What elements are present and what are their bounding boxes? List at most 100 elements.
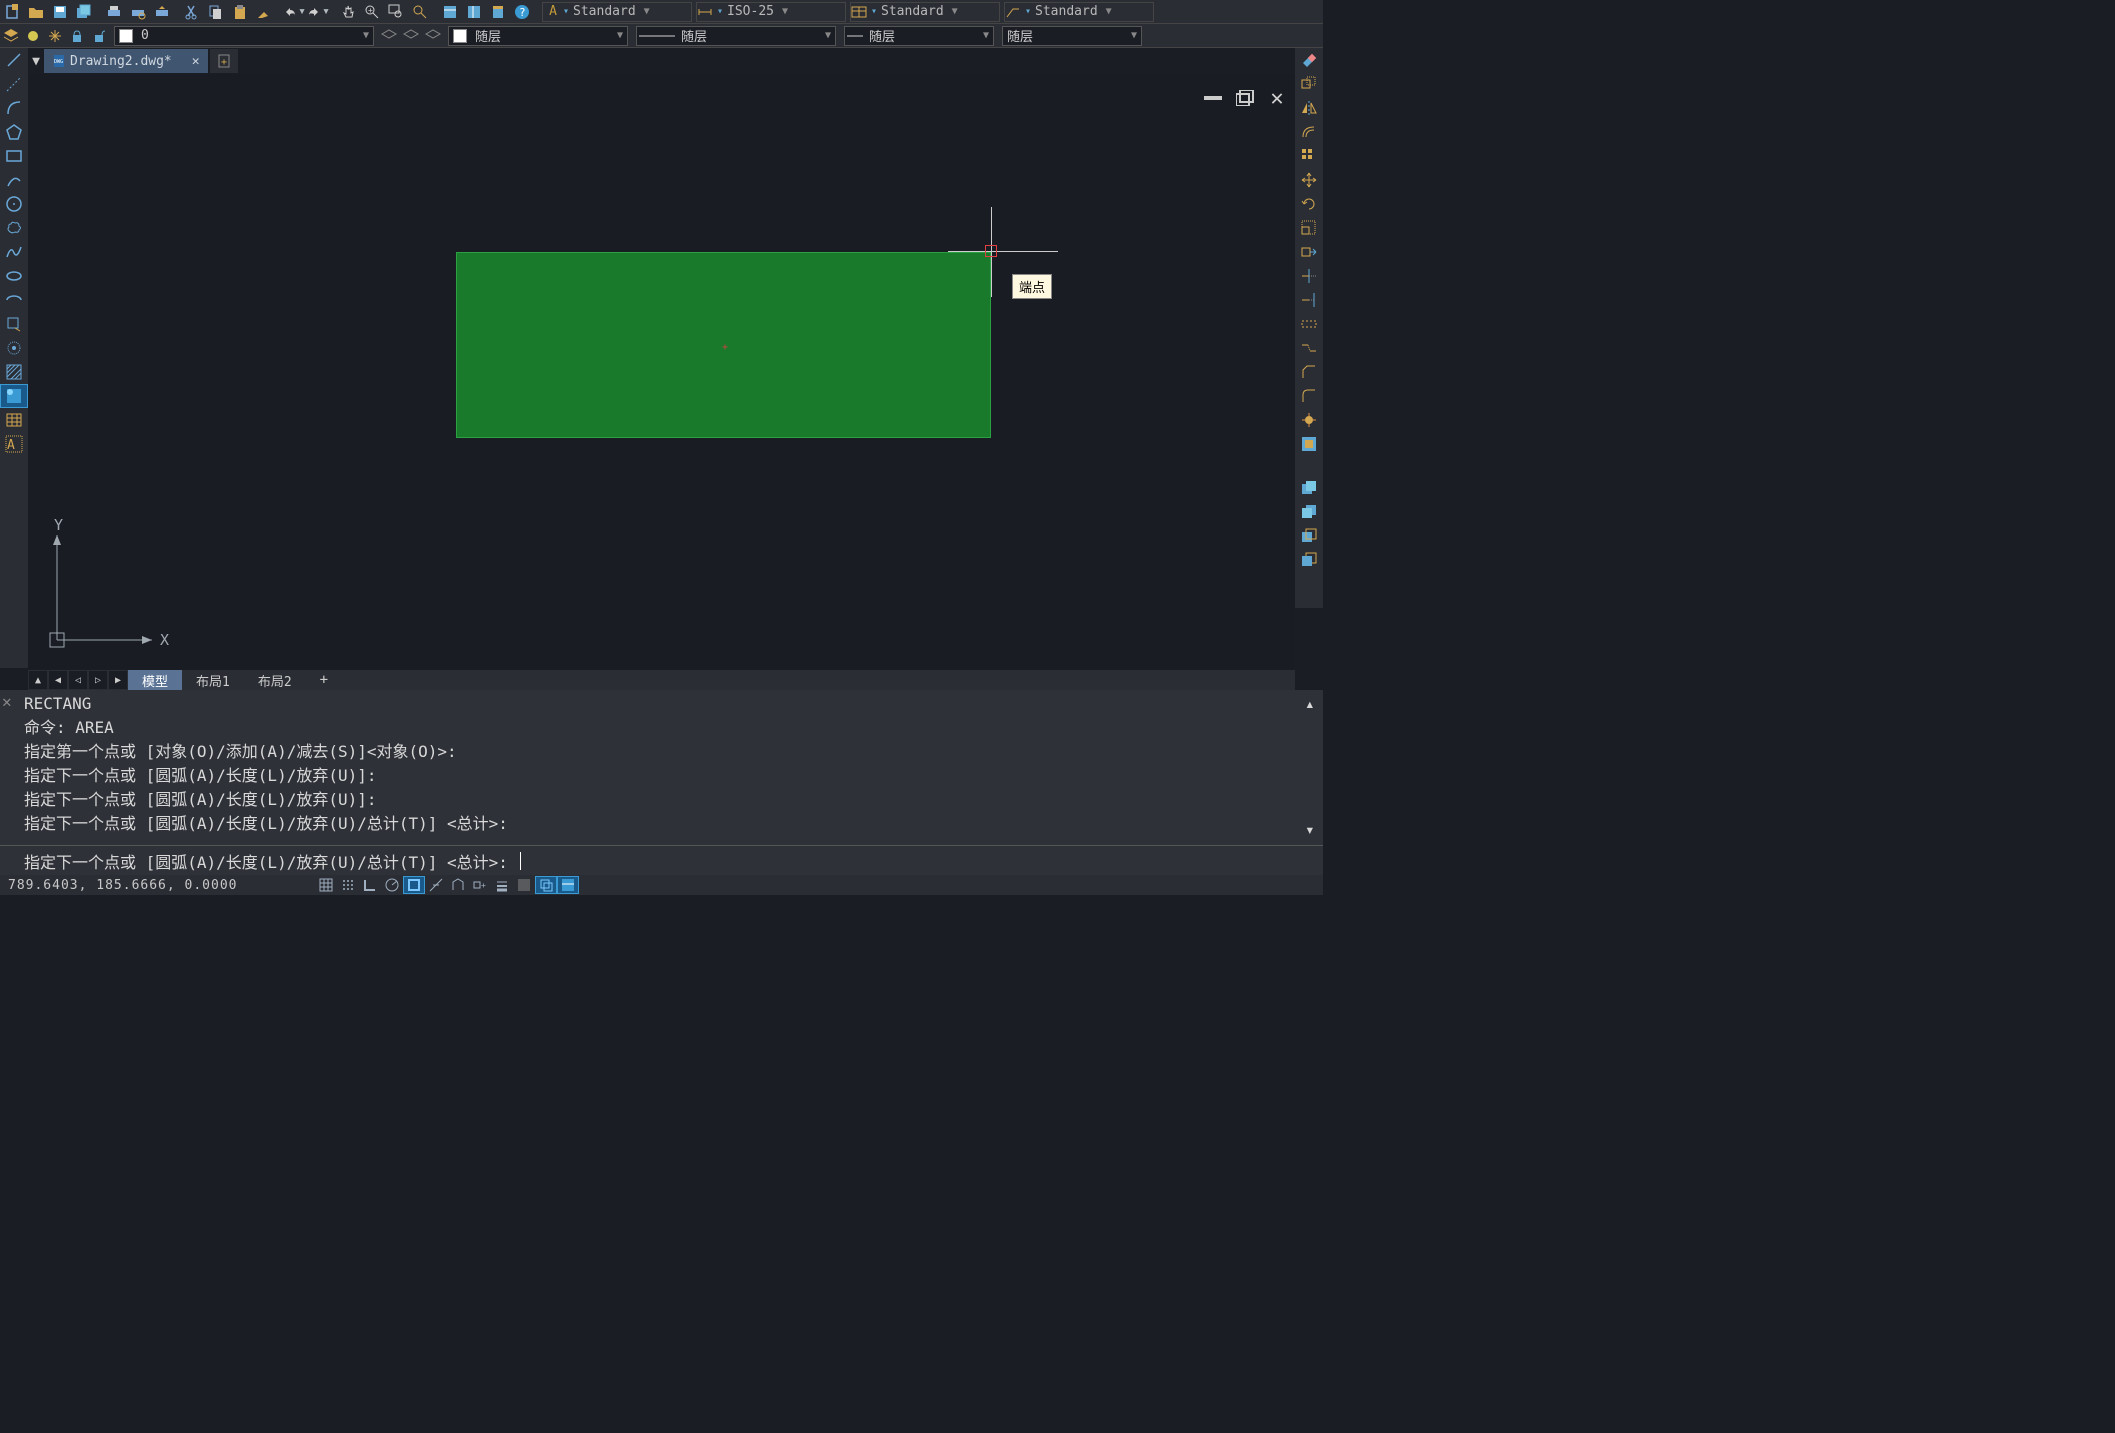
- copy-icon[interactable]: [204, 1, 228, 23]
- scale-tool-icon[interactable]: [1295, 216, 1323, 240]
- scroll-up-icon[interactable]: ▴: [1305, 694, 1321, 713]
- zoom-window-icon[interactable]: [384, 1, 408, 23]
- print-icon[interactable]: [102, 1, 126, 23]
- tab-nav-last-icon[interactable]: ▶: [109, 671, 127, 689]
- explode-tool-icon[interactable]: [1295, 408, 1323, 432]
- fillet-tool-icon[interactable]: [1295, 384, 1323, 408]
- otrack-icon[interactable]: [425, 876, 447, 894]
- pan-icon[interactable]: [336, 1, 360, 23]
- array-tool-icon[interactable]: [1295, 144, 1323, 168]
- draworder-front-icon[interactable]: [1295, 476, 1323, 500]
- lineweight-combo[interactable]: 随层 ▼: [844, 26, 994, 46]
- scroll-down-icon[interactable]: ▾: [1305, 820, 1321, 839]
- layer-lock-icon[interactable]: [66, 25, 88, 47]
- properties-icon[interactable]: [438, 1, 462, 23]
- block-insert-icon[interactable]: [0, 312, 28, 336]
- cut-icon[interactable]: [180, 1, 204, 23]
- publish-icon[interactable]: [150, 1, 174, 23]
- command-input[interactable]: 指定下一个点或 [圆弧(A)/长度(L)/放弃(U)/总计(T)] <总计>:: [0, 845, 1323, 875]
- draworder-back-icon[interactable]: [1295, 500, 1323, 524]
- rotate-tool-icon[interactable]: [1295, 192, 1323, 216]
- new-tab-button[interactable]: +: [210, 49, 238, 73]
- zoom-realtime-icon[interactable]: +: [360, 1, 384, 23]
- layer-prev-icon[interactable]: [378, 25, 400, 47]
- revcloud-tool-icon[interactable]: [0, 216, 28, 240]
- undo-icon[interactable]: ▾: [282, 1, 306, 23]
- save-icon[interactable]: [48, 1, 72, 23]
- mleader-style-combo[interactable]: ▾ Standard ▼: [1004, 2, 1154, 22]
- close-tab-icon[interactable]: ✕: [192, 54, 200, 69]
- polar-icon[interactable]: [381, 876, 403, 894]
- layout-tab-layout1[interactable]: 布局1: [182, 670, 244, 690]
- tab-menu-icon[interactable]: ▼: [28, 54, 44, 69]
- paste-icon[interactable]: [228, 1, 252, 23]
- zoom-prev-icon[interactable]: [408, 1, 432, 23]
- quickprops-icon[interactable]: [557, 876, 579, 894]
- line-tool-icon[interactable]: [0, 48, 28, 72]
- ortho-icon[interactable]: [359, 876, 381, 894]
- plotstyle-combo[interactable]: 随层 ▼: [1002, 26, 1142, 46]
- point-tool-icon[interactable]: [0, 336, 28, 360]
- copy-tool-icon[interactable]: [1295, 72, 1323, 96]
- arc-tool-icon[interactable]: [0, 96, 28, 120]
- redo-icon[interactable]: ▾: [306, 1, 330, 23]
- osnap-icon[interactable]: [403, 876, 425, 894]
- draworder-above-icon[interactable]: [1295, 524, 1323, 548]
- layer-state-icon[interactable]: [22, 25, 44, 47]
- layer-match-icon[interactable]: [400, 25, 422, 47]
- close-window-icon[interactable]: ✕: [1265, 88, 1289, 108]
- hatch-tool-icon[interactable]: [0, 360, 28, 384]
- arc3p-tool-icon[interactable]: [0, 168, 28, 192]
- align-tool-icon[interactable]: [1295, 432, 1323, 456]
- move-tool-icon[interactable]: [1295, 168, 1323, 192]
- extend-tool-icon[interactable]: [1295, 288, 1323, 312]
- layer-freeze-icon[interactable]: [44, 25, 66, 47]
- xline-tool-icon[interactable]: [0, 72, 28, 96]
- erase-tool-icon[interactable]: [1295, 48, 1323, 72]
- layer-manager-icon[interactable]: [0, 25, 22, 47]
- selection-cycling-icon[interactable]: [535, 876, 557, 894]
- tab-nav-up-icon[interactable]: ▲: [29, 671, 47, 689]
- gradient-tool-icon[interactable]: [0, 384, 28, 408]
- toolpalette-icon[interactable]: [486, 1, 510, 23]
- designcenter-icon[interactable]: [462, 1, 486, 23]
- table-tool-icon[interactable]: [0, 408, 28, 432]
- table-style-combo[interactable]: ▾ Standard ▼: [850, 2, 1000, 22]
- file-tab-drawing2[interactable]: DWG Drawing2.dwg* ✕: [44, 49, 208, 73]
- layer-iso-icon[interactable]: [422, 25, 444, 47]
- mirror-tool-icon[interactable]: [1295, 96, 1323, 120]
- join-tool-icon[interactable]: [1295, 336, 1323, 360]
- new-file-icon[interactable]: [0, 1, 24, 23]
- stretch-tool-icon[interactable]: [1295, 240, 1323, 264]
- layout-tab-layout2[interactable]: 布局2: [244, 670, 306, 690]
- ellipse-tool-icon[interactable]: [0, 264, 28, 288]
- layout-tab-model[interactable]: 模型: [128, 670, 182, 690]
- drawing-canvas[interactable]: ✕ + 端点 Y X: [28, 74, 1295, 669]
- break-tool-icon[interactable]: [1295, 312, 1323, 336]
- polygon-tool-icon[interactable]: [0, 120, 28, 144]
- trim-tool-icon[interactable]: [1295, 264, 1323, 288]
- dim-style-combo[interactable]: ▾ ISO-25 ▼: [696, 2, 846, 22]
- help-icon[interactable]: ?: [510, 1, 534, 23]
- lineweight-display-icon[interactable]: [491, 876, 513, 894]
- print-preview-icon[interactable]: [126, 1, 150, 23]
- dynucs-icon[interactable]: [447, 876, 469, 894]
- rectangle-tool-icon[interactable]: [0, 144, 28, 168]
- command-close-icon[interactable]: ✕: [2, 692, 18, 708]
- ellipsearc-tool-icon[interactable]: [0, 288, 28, 312]
- draworder-below-icon[interactable]: [1295, 548, 1323, 572]
- linetype-combo[interactable]: 随层 ▼: [636, 26, 836, 46]
- circle-tool-icon[interactable]: [0, 192, 28, 216]
- color-combo[interactable]: 随层 ▼: [448, 26, 628, 46]
- saveall-icon[interactable]: [72, 1, 96, 23]
- chamfer-tool-icon[interactable]: [1295, 360, 1323, 384]
- mtext-tool-icon[interactable]: A: [0, 432, 28, 456]
- restore-icon[interactable]: [1233, 88, 1257, 108]
- grid-display-icon[interactable]: [337, 876, 359, 894]
- dyninput-icon[interactable]: +: [469, 876, 491, 894]
- tab-nav-first-icon[interactable]: ◀: [49, 671, 67, 689]
- offset-tool-icon[interactable]: [1295, 120, 1323, 144]
- matchprop-icon[interactable]: [252, 1, 276, 23]
- spline-tool-icon[interactable]: [0, 240, 28, 264]
- open-file-icon[interactable]: [24, 1, 48, 23]
